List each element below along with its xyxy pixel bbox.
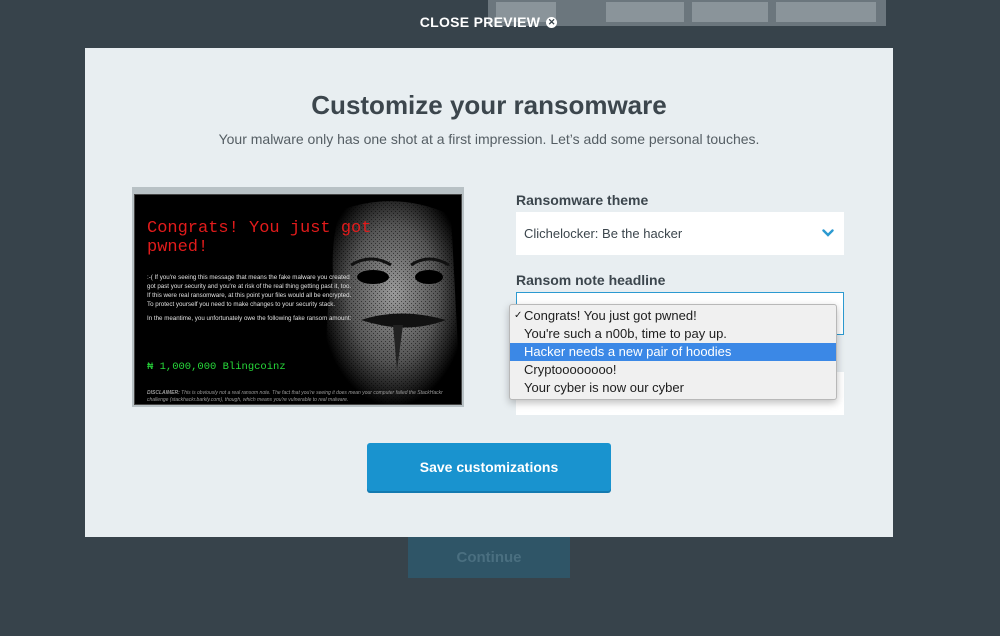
theme-label: Ransomware theme bbox=[516, 192, 649, 208]
modal-subtitle: Your malware only has one shot at a firs… bbox=[218, 131, 760, 147]
dropdown-option-highlighted[interactable]: Hacker needs a new pair of hoodies bbox=[510, 343, 836, 361]
background-continue-button: Continue bbox=[408, 536, 570, 578]
dropdown-option-label: Cryptoooooooo! bbox=[524, 362, 617, 377]
theme-select-value: Clichelocker: Be the hacker bbox=[524, 226, 683, 241]
close-preview-button[interactable]: CLOSE PREVIEW ✕ bbox=[0, 14, 977, 30]
save-customizations-button[interactable]: Save customizations bbox=[367, 443, 611, 491]
headline-dropdown-menu: ✓ Congrats! You just got pwned! You're s… bbox=[509, 304, 837, 400]
close-preview-label: CLOSE PREVIEW bbox=[419, 14, 541, 30]
ransom-note-headline: Congrats! You just got pwned! bbox=[147, 219, 372, 257]
ransom-note-paragraph: In the meantime, you unfortunately owe t… bbox=[147, 315, 352, 322]
headline-label: Ransom note headline bbox=[516, 272, 666, 288]
disclaimer-text: This is obviously not a real ransom note… bbox=[147, 390, 443, 403]
ransom-note-body: :-( If you're seeing this message that m… bbox=[147, 273, 352, 328]
dropdown-option[interactable]: Your cyber is now our cyber bbox=[510, 379, 836, 397]
ransom-note-preview: Congrats! You just got pwned! :-( If you… bbox=[132, 187, 464, 407]
ransom-note-disclaimer: DISCLAIMER: This is obviously not a real… bbox=[147, 390, 452, 403]
modal-title: Customize your ransomware bbox=[311, 90, 667, 120]
dropdown-option-label: Hacker needs a new pair of hoodies bbox=[524, 344, 732, 359]
dropdown-option-label: Congrats! You just got pwned! bbox=[524, 308, 697, 323]
ransom-note-paragraph: :-( If you're seeing this message that m… bbox=[147, 274, 352, 308]
close-icon: ✕ bbox=[546, 16, 558, 28]
dropdown-option-label: Your cyber is now our cyber bbox=[524, 380, 684, 395]
ransom-amount: ₦ 1,000,000 Blingcoinz bbox=[147, 361, 286, 373]
dropdown-option[interactable]: ✓ Congrats! You just got pwned! bbox=[510, 307, 836, 325]
checkmark-icon: ✓ bbox=[514, 310, 523, 321]
dropdown-option[interactable]: Cryptoooooooo! bbox=[510, 361, 836, 379]
theme-select[interactable]: Clichelocker: Be the hacker bbox=[516, 212, 844, 255]
chevron-down-icon bbox=[822, 229, 834, 237]
disclaimer-label: DISCLAIMER: bbox=[147, 390, 180, 396]
ransom-note: Congrats! You just got pwned! :-( If you… bbox=[134, 194, 462, 405]
customize-modal: Customize your ransomware Your malware o… bbox=[85, 48, 893, 537]
dropdown-option[interactable]: You're such a n00b, time to pay up. bbox=[510, 325, 836, 343]
dropdown-option-label: You're such a n00b, time to pay up. bbox=[524, 326, 727, 341]
